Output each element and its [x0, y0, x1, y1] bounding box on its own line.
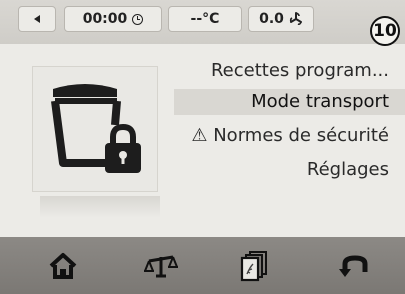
home-button[interactable]: [38, 248, 88, 284]
timer-display[interactable]: 00:00: [64, 6, 162, 32]
fan-icon: [289, 12, 302, 26]
scale-button[interactable]: [136, 248, 186, 284]
clock-icon: [132, 13, 144, 25]
temperature-value: --°C: [190, 11, 220, 27]
timer-value: 00:00: [82, 11, 128, 27]
menu-item-transport-mode[interactable]: Mode transport: [174, 89, 405, 115]
temperature-display[interactable]: --°C: [168, 6, 242, 32]
menu-item-settings[interactable]: Réglages: [307, 157, 389, 183]
recipe-cards-button[interactable]: [229, 248, 279, 284]
status-bar: 00:00 --°C 0.0: [0, 0, 405, 44]
menu-item-safety-standards[interactable]: ⚠ Normes de sécurité: [191, 123, 389, 149]
return-button[interactable]: [330, 248, 380, 284]
back-arrow-icon: [34, 15, 40, 23]
step-badge: 10: [370, 16, 400, 46]
scale-icon: [144, 255, 178, 278]
panel-reflection: [40, 196, 160, 218]
locked-bowl-icon: [51, 84, 141, 173]
fan-speed-value: 0.0: [259, 11, 284, 27]
menu-item-programmed-recipes[interactable]: Recettes program...: [211, 58, 389, 84]
screen: 00:00 --°C 0.0 10 Recettes program... Mo…: [0, 0, 405, 294]
back-return-icon: [339, 255, 368, 277]
back-button[interactable]: [18, 6, 56, 32]
fan-speed-display[interactable]: 0.0: [248, 6, 314, 32]
transport-mode-illustration: [32, 66, 158, 192]
home-icon: [49, 253, 77, 279]
recipe-cards-icon: [240, 251, 267, 282]
